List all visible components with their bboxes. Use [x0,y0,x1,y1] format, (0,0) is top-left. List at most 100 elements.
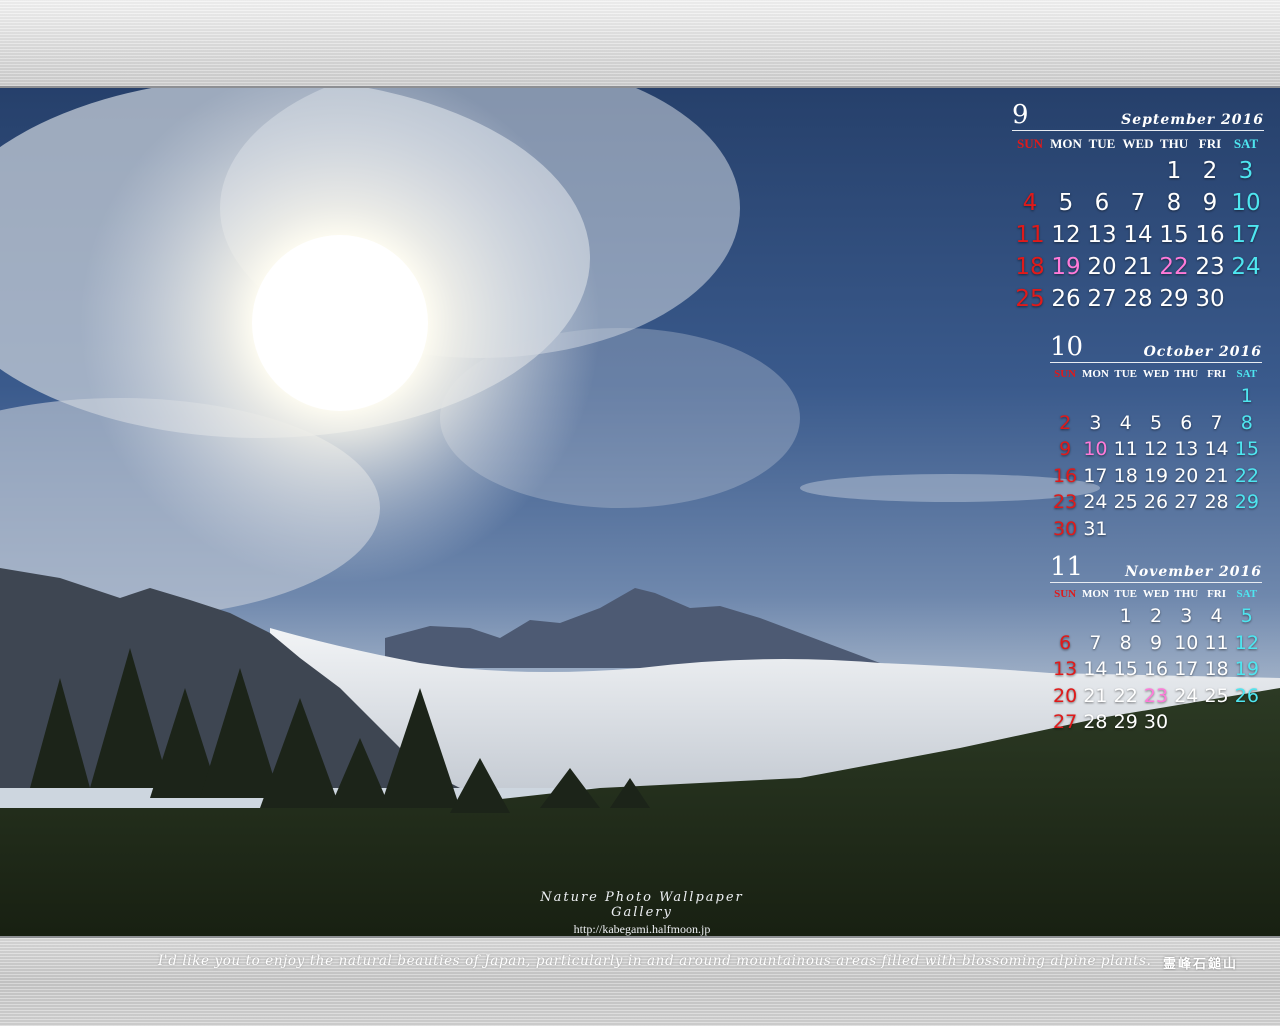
day-cell: 8 [1240,411,1253,434]
weekday-header: SUN MON TUE WED THU FRI SAT [1012,133,1264,155]
calendar-header: 11 November 2016 [1050,552,1262,583]
day-cell: 29 [1113,711,1138,733]
weekday-label: TUE [1114,588,1138,600]
weekday-label: SAT [1236,588,1258,600]
day-cell: 20 [1087,254,1117,280]
weekday-label: WED [1122,136,1154,151]
day-cell: 4 [1119,411,1132,434]
weekday-label: WED [1142,588,1170,600]
day-cell: 25 [1015,286,1045,312]
day-cell: 9 [1059,438,1072,460]
day-cell: 23 [1143,684,1169,707]
empty-day-cell [1012,155,1048,187]
day-cell: 9 [1149,631,1163,654]
day-cell: 13 [1087,222,1117,248]
top-frame-band [0,0,1280,88]
day-cell: 13 [1053,658,1078,680]
day-cell: 27 [1053,711,1078,733]
empty-day-cell [1141,383,1171,410]
weekday-label: TUE [1088,136,1116,151]
day-cell: 28 [1123,286,1153,312]
day-cell: 18 [1204,658,1229,680]
weekday-label: WED [1142,368,1170,380]
day-cell: 12 [1051,222,1081,248]
weekday-label: SUN [1054,368,1077,380]
day-cell: 27 [1087,286,1117,312]
day-cell: 12 [1234,631,1259,654]
day-cell: 14 [1123,222,1153,248]
day-cell: 20 [1174,464,1199,487]
day-cell: 18 [1113,464,1138,487]
empty-day-cell [1120,155,1156,187]
month-name: November 2016 [1125,564,1262,580]
day-cell: 3 [1089,411,1102,434]
empty-day-cell [1084,155,1120,187]
month-number: 10 [1050,332,1084,362]
day-cell: 6 [1094,190,1110,216]
day-cell: 16 [1053,464,1078,487]
day-cell: 10 [1083,438,1108,460]
day-cell: 7 [1130,190,1146,216]
day-cell: 3 [1238,158,1254,184]
day-cell: 11 [1113,438,1138,460]
day-cell: 21 [1204,464,1229,487]
day-cell: 17 [1174,658,1199,680]
day-cell: 8 [1166,190,1182,216]
empty-day-cell [1080,603,1110,630]
weekday-label: TUE [1114,368,1138,380]
day-cell: 19 [1143,464,1169,487]
day-grid: 1 2 3 4 5 6 7 8 9 10 11 12 13 14 15 16 17 18 19 20 21 22 23 24 2… [1012,155,1264,315]
day-cell: 10 [1174,631,1199,654]
calendar-october: 10 October 2016 SUN MON TUE WED THU FRI SAT 12… [1050,332,1262,542]
day-cell: 24 [1231,254,1261,280]
day-cell: 24 [1083,491,1108,513]
day-cell: 6 [1180,411,1193,434]
day-cell: 30 [1053,517,1078,540]
day-cell: 29 [1234,491,1259,513]
calendar-september: 9 September 2016 SUN MON TUE WED THU FRI SAT 1… [1012,100,1264,315]
day-cell: 16 [1195,222,1225,248]
day-cell: 4 [1022,190,1038,216]
day-grid: 1 2 3 4 5 6 7 8 9 10 11 12 13 14 15 16 17 18 19 20 21 22 23 24 2… [1050,383,1262,542]
day-cell: 5 [1240,605,1253,627]
empty-day-cell [1050,383,1080,410]
day-cell: 28 [1083,711,1108,733]
day-cell: 22 [1113,684,1138,707]
day-cell: 26 [1051,286,1081,312]
day-cell: 2 [1149,605,1163,627]
month-number: 9 [1012,100,1029,130]
gallery-credit: Nature Photo Wallpaper Gallery http://ka… [512,890,772,937]
weekday-label: THU [1174,588,1199,600]
day-cell: 23 [1195,254,1225,280]
day-cell: 17 [1083,464,1108,487]
weekday-label: THU [1174,368,1199,380]
weekday-header: SUN MON TUE WED THU FRI SAT [1050,585,1262,603]
day-cell: 11 [1204,631,1229,654]
day-cell: 16 [1143,658,1169,680]
day-cell: 6 [1059,631,1072,654]
day-cell: 25 [1204,684,1229,707]
empty-day-cell [1201,383,1231,410]
day-cell: 28 [1204,491,1229,513]
day-grid: 1 2 3 4 5 6 7 8 9 10 11 12 13 14 15 16 17 18 19 20 21 22 23 24 2… [1050,603,1262,736]
day-cell: 9 [1202,190,1218,216]
calendar-header: 9 September 2016 [1012,100,1264,131]
day-cell: 12 [1143,438,1169,460]
location-name: 霊峰石鎚山 [1163,957,1239,972]
day-cell: 2 [1202,158,1218,184]
empty-day-cell [1111,383,1141,410]
day-cell: 21 [1083,684,1108,707]
empty-day-cell [1080,383,1110,410]
gallery-name: Nature Photo Wallpaper Gallery [540,890,744,920]
weekday-label: THU [1159,136,1189,151]
empty-day-cell [1050,603,1080,630]
day-cell: 1 [1166,158,1182,184]
day-cell: 11 [1015,222,1045,248]
day-cell: 13 [1174,438,1199,460]
day-cell: 20 [1053,684,1078,707]
day-cell: 8 [1119,631,1132,654]
day-cell: 5 [1058,190,1074,216]
day-cell: 31 [1083,517,1108,540]
month-number: 11 [1050,552,1084,582]
empty-day-cell [1048,155,1084,187]
